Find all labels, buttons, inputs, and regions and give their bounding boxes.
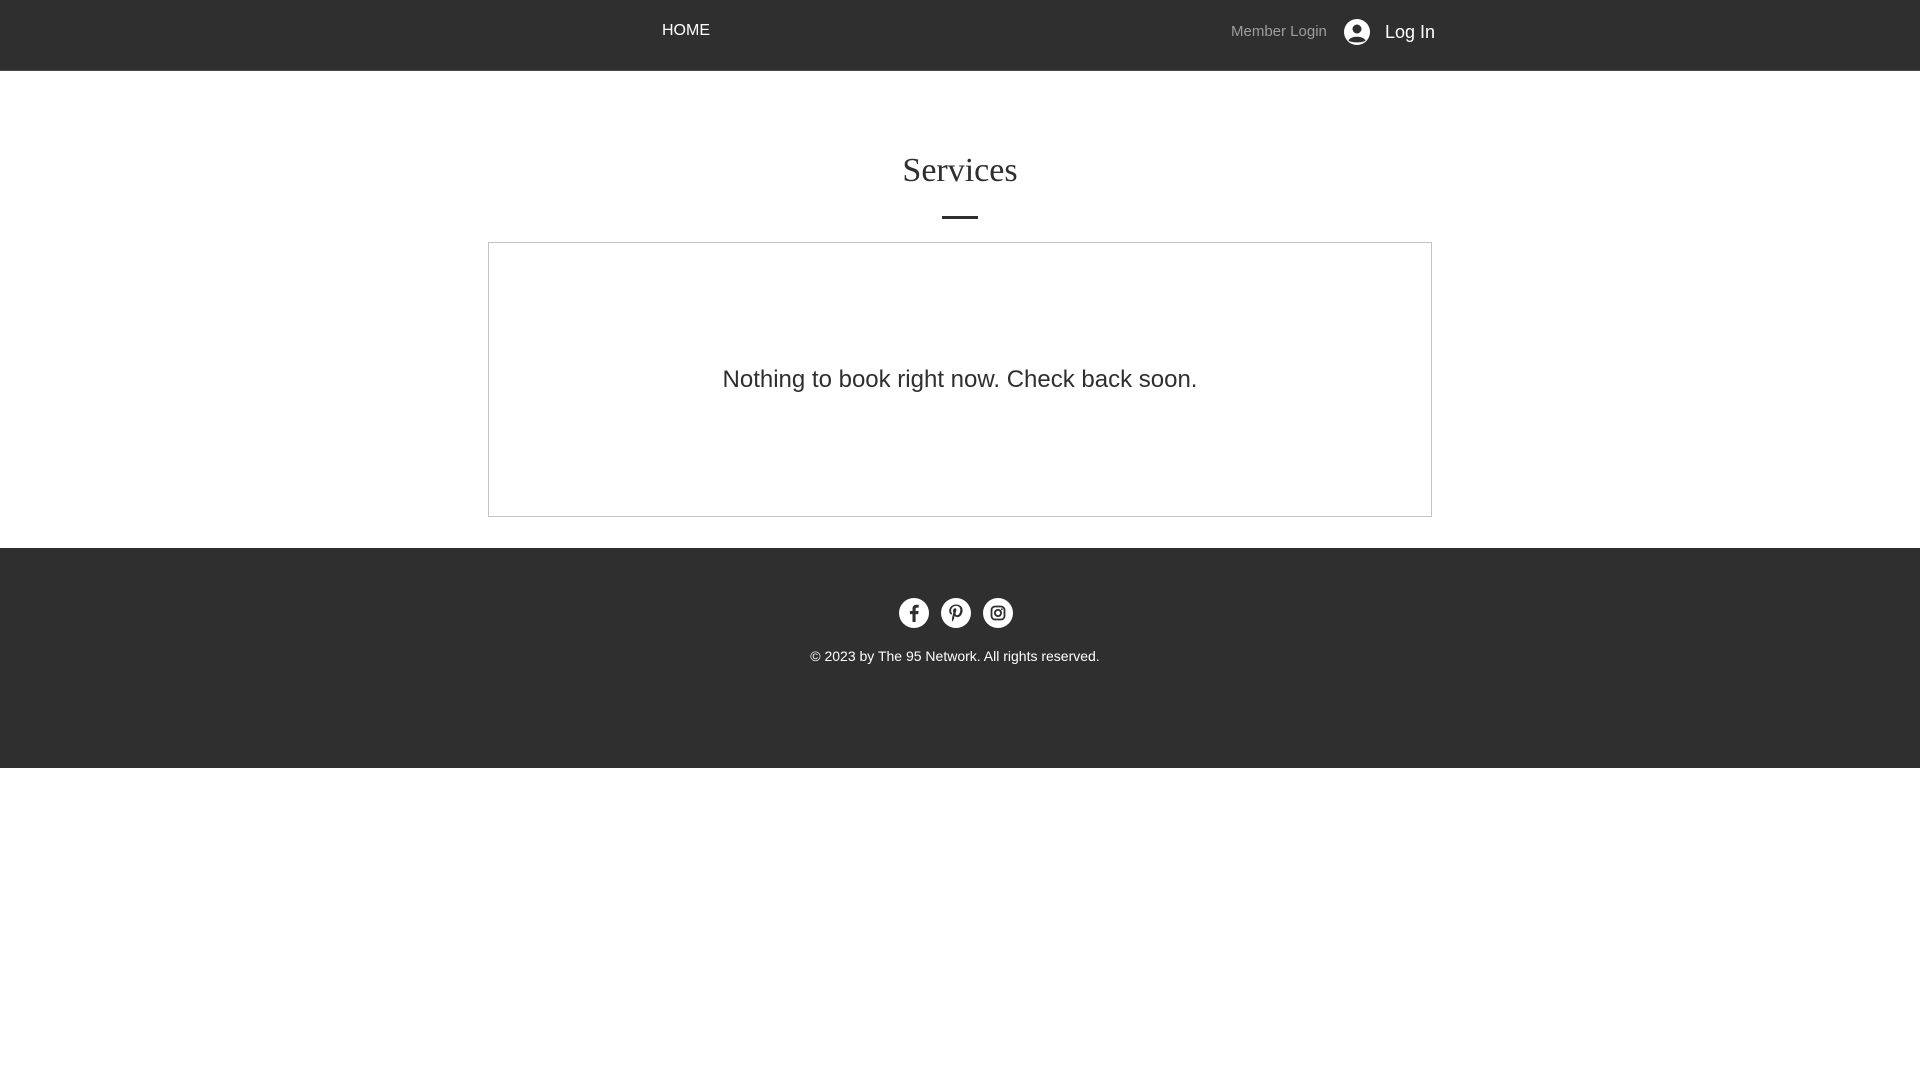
site-header: HOME Member Login Log In <box>0 0 1920 71</box>
facebook-icon[interactable] <box>899 598 929 628</box>
user-avatar-icon <box>1344 19 1370 45</box>
page: HOME Member Login Log In Services Nothin… <box>0 0 1920 1080</box>
social-bar <box>899 598 1013 628</box>
site-footer: © 2023 by The 95 Network. All rights res… <box>0 548 1920 768</box>
pinterest-icon[interactable] <box>941 598 971 628</box>
member-login-link[interactable]: Member Login <box>1231 23 1327 40</box>
log-in-button[interactable]: Log In <box>1343 16 1435 48</box>
instagram-icon[interactable] <box>983 598 1013 628</box>
copyright-text: © 2023 by The 95 Network. All rights res… <box>810 648 1100 664</box>
services-list-box: Nothing to book right now. Check back so… <box>488 242 1432 517</box>
page-title: Services <box>902 152 1018 189</box>
nav-home-link[interactable]: HOME <box>662 22 710 40</box>
empty-state-message: Nothing to book right now. Check back so… <box>722 366 1198 393</box>
log-in-label: Log In <box>1385 21 1436 42</box>
title-divider <box>942 216 978 219</box>
